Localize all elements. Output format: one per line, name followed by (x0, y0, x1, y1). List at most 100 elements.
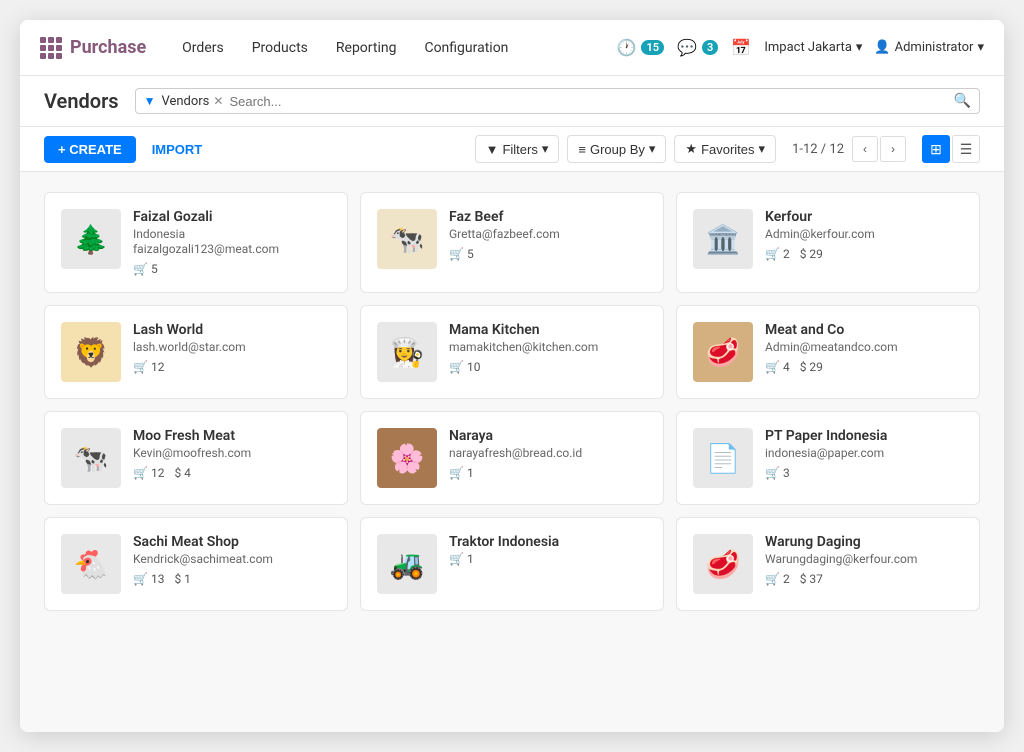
vendor-card[interactable]: 🚜 Traktor Indonesia 🛒 1 (360, 517, 664, 611)
order-count: 🛒 2 (765, 572, 790, 586)
vendor-info: Lash World lash.world@star.com 🛒 12 (133, 322, 331, 374)
favorites-button[interactable]: ★ Favorites ▾ (674, 135, 776, 163)
vendor-name: Sachi Meat Shop (133, 534, 331, 550)
order-amount: $ 37 (800, 572, 823, 586)
cart-icon: 🛒 (133, 360, 148, 374)
vendor-card[interactable]: 🥩 Warung Daging Warungdaging@kerfour.com… (676, 517, 980, 611)
order-amount: $ 29 (800, 247, 823, 261)
pagination-controls: ‹ › (852, 136, 906, 162)
order-amount: $ 29 (800, 360, 823, 374)
pagination-info: 1-12 / 12 (792, 142, 844, 157)
vendor-info: Kerfour Admin@kerfour.com 🛒 2 $ 29 (765, 209, 963, 261)
vendor-info: Traktor Indonesia 🛒 1 (449, 534, 647, 566)
vendor-logo: 🐄 (377, 209, 437, 269)
vendor-card[interactable]: 🐄 Faz Beef Gretta@fazbeef.com 🛒 5 (360, 192, 664, 293)
cart-icon: 🛒 (449, 552, 464, 566)
vendor-info: Moo Fresh Meat Kevin@moofresh.com 🛒 12 $… (133, 428, 331, 480)
nav-orders[interactable]: Orders (170, 34, 236, 62)
app-logo[interactable]: Purchase (40, 37, 146, 59)
vendor-logo: 🚜 (377, 534, 437, 594)
nav-products[interactable]: Products (240, 34, 320, 62)
vendor-stats: 🛒 2 $ 37 (765, 572, 963, 586)
create-button[interactable]: + CREATE (44, 136, 136, 163)
groupby-button[interactable]: ≡ Group By ▾ (567, 135, 666, 163)
cart-icon: 🛒 (765, 247, 780, 261)
vendor-card[interactable]: 🥩 Meat and Co Admin@meatandco.com 🛒 4 $ … (676, 305, 980, 399)
list-view-button[interactable]: ☰ (952, 135, 980, 163)
order-count: 🛒 12 (133, 466, 164, 480)
vendor-card[interactable]: 👩‍🍳 Mama Kitchen mamakitchen@kitchen.com… (360, 305, 664, 399)
vendor-email: Admin@kerfour.com (765, 227, 963, 241)
vendor-logo: 🐔 (61, 534, 121, 594)
favorites-label: Favorites (701, 142, 754, 157)
vendor-card[interactable]: 🌸 Naraya narayafresh@bread.co.id 🛒 1 (360, 411, 664, 505)
groupby-chevron-icon: ▾ (649, 141, 656, 157)
content-area: 🌲 Faizal Gozali Indonesia faizalgozali12… (20, 172, 1004, 732)
main-nav: Orders Products Reporting Configuration (170, 34, 591, 62)
vendor-stats: 🛒 4 $ 29 (765, 360, 963, 374)
vendor-name: Faz Beef (449, 209, 647, 225)
next-page-button[interactable]: › (880, 136, 906, 162)
vendor-name: Naraya (449, 428, 647, 444)
vendor-logo: 🌸 (377, 428, 437, 488)
vendor-logo: 📄 (693, 428, 753, 488)
search-bar[interactable]: ▼ Vendors ✕ 🔍 (135, 88, 980, 114)
company-selector[interactable]: Impact Jakarta ▾ (764, 40, 862, 55)
filter-icon: ▼ (486, 142, 499, 157)
vendor-info: Meat and Co Admin@meatandco.com 🛒 4 $ 29 (765, 322, 963, 374)
company-name: Impact Jakarta (764, 40, 852, 55)
nav-right: 🕐 15 💬 3 📅 Impact Jakarta ▾ 👤 Administra… (615, 37, 984, 59)
vendor-name: Kerfour (765, 209, 963, 225)
vendor-name: Meat and Co (765, 322, 963, 338)
filter-remove-icon[interactable]: ✕ (213, 94, 223, 108)
vendor-card[interactable]: 🐔 Sachi Meat Shop Kendrick@sachimeat.com… (44, 517, 348, 611)
filters-label: Filters (502, 142, 537, 157)
calendar-icon[interactable]: 📅 (730, 37, 752, 59)
messages-badge[interactable]: 💬 3 (676, 37, 718, 59)
vendor-email: indonesia@paper.com (765, 446, 963, 460)
vendor-card[interactable]: 🏛️ Kerfour Admin@kerfour.com 🛒 2 $ 29 (676, 192, 980, 293)
order-count: 🛒 10 (449, 360, 480, 374)
search-input[interactable] (229, 94, 947, 109)
cart-icon: 🛒 (449, 247, 464, 261)
vendor-card[interactable]: 📄 PT Paper Indonesia indonesia@paper.com… (676, 411, 980, 505)
grid-view-button[interactable]: ⊞ (922, 135, 950, 163)
vendor-stats: 🛒 1 (449, 552, 647, 566)
vendor-card[interactable]: 🌲 Faizal Gozali Indonesia faizalgozali12… (44, 192, 348, 293)
search-icon[interactable]: 🔍 (954, 93, 971, 109)
vendor-logo: 🌲 (61, 209, 121, 269)
vendor-name: Moo Fresh Meat (133, 428, 331, 444)
vendor-email: Kevin@moofresh.com (133, 446, 331, 460)
cart-icon: 🛒 (449, 466, 464, 480)
groupby-icon: ≡ (578, 142, 586, 157)
vendor-stats: 🛒 3 (765, 466, 963, 480)
order-count: 🛒 1 (449, 466, 474, 480)
vendor-stats: 🛒 5 (449, 247, 647, 261)
nav-reporting[interactable]: Reporting (324, 34, 409, 62)
filter-tag: Vendors ✕ (161, 94, 223, 109)
order-count: 🛒 5 (449, 247, 474, 261)
admin-selector[interactable]: 👤 Administrator ▾ (874, 40, 984, 55)
cart-icon: 🛒 (765, 466, 780, 480)
company-chevron-icon: ▾ (856, 40, 863, 55)
vendor-name: Traktor Indonesia (449, 534, 647, 550)
filters-button[interactable]: ▼ Filters ▾ (475, 135, 560, 163)
star-icon: ★ (685, 141, 697, 157)
top-navigation: Purchase Orders Products Reporting Confi… (20, 20, 1004, 76)
filter-funnel-icon: ▼ (144, 94, 156, 108)
notifications-badge[interactable]: 🕐 15 (615, 37, 664, 59)
filter-tag-text: Vendors (161, 94, 209, 109)
view-toggle: ⊞ ☰ (922, 135, 980, 163)
vendor-name: PT Paper Indonesia (765, 428, 963, 444)
vendor-email: mamakitchen@kitchen.com (449, 340, 647, 354)
import-button[interactable]: IMPORT (144, 136, 211, 163)
vendor-name: Warung Daging (765, 534, 963, 550)
vendor-card[interactable]: 🐄 Moo Fresh Meat Kevin@moofresh.com 🛒 12… (44, 411, 348, 505)
vendor-info: Faizal Gozali Indonesia faizalgozali123@… (133, 209, 331, 276)
order-count: 🛒 4 (765, 360, 790, 374)
nav-configuration[interactable]: Configuration (412, 34, 520, 62)
vendor-logo: 👩‍🍳 (377, 322, 437, 382)
vendor-card[interactable]: 🦁 Lash World lash.world@star.com 🛒 12 (44, 305, 348, 399)
admin-name: Administrator (895, 40, 974, 55)
prev-page-button[interactable]: ‹ (852, 136, 878, 162)
